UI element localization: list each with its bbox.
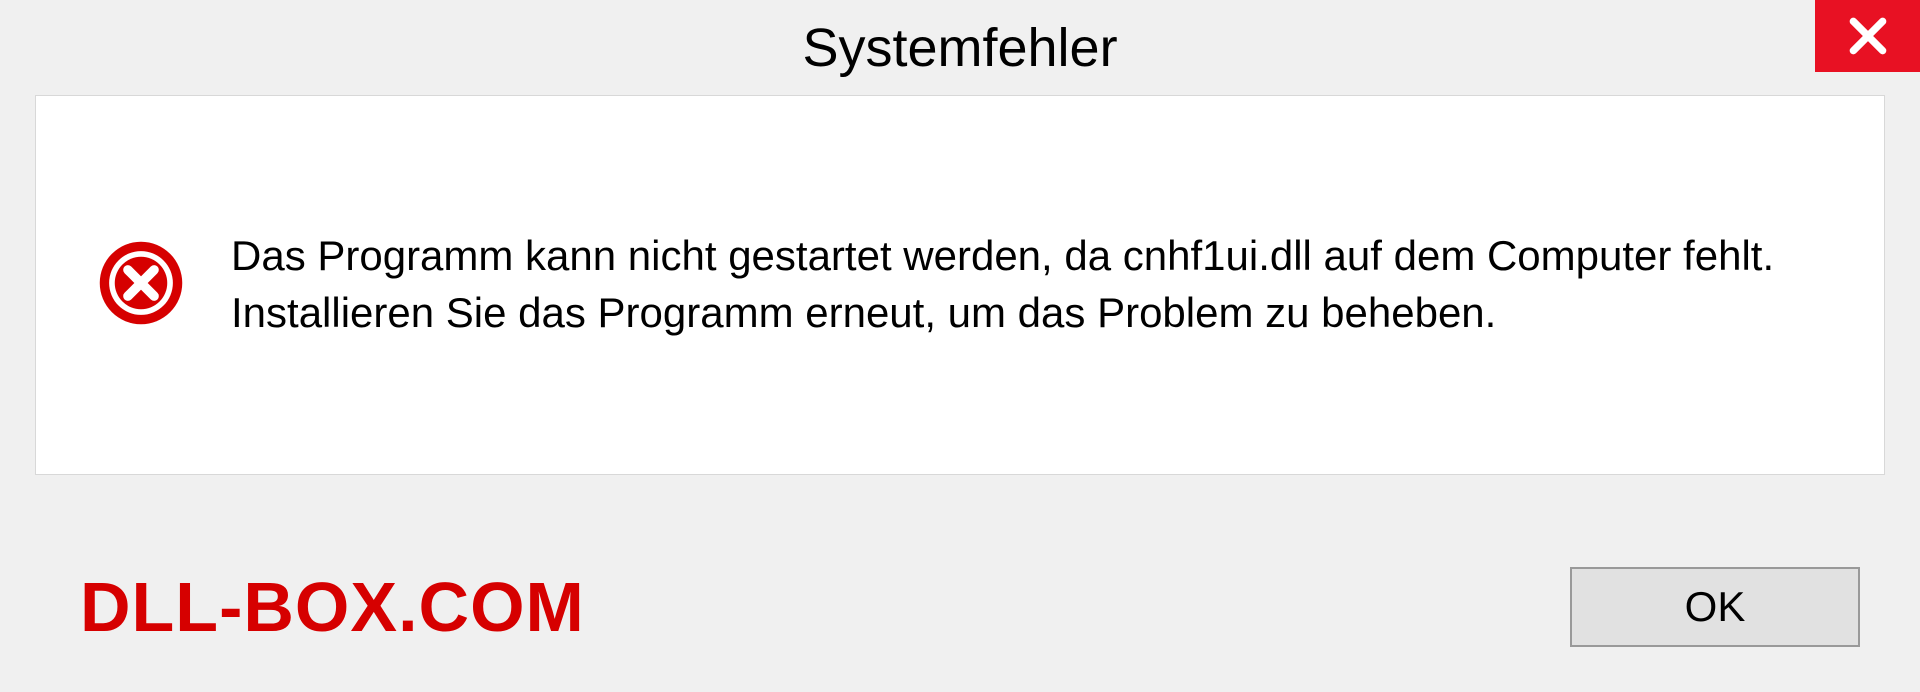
close-icon xyxy=(1846,14,1890,58)
error-dialog: Systemfehler Das Programm kann nicht ges… xyxy=(0,0,1920,692)
error-icon xyxy=(96,238,186,333)
dialog-footer: DLL-BOX.COM OK xyxy=(0,522,1920,692)
error-message: Das Programm kann nicht gestartet werden… xyxy=(231,228,1824,341)
watermark-text: DLL-BOX.COM xyxy=(80,567,585,647)
close-button[interactable] xyxy=(1815,0,1920,72)
message-panel: Das Programm kann nicht gestartet werden… xyxy=(35,95,1885,475)
ok-button[interactable]: OK xyxy=(1570,567,1860,647)
dialog-title: Systemfehler xyxy=(802,17,1117,79)
titlebar: Systemfehler xyxy=(0,0,1920,95)
